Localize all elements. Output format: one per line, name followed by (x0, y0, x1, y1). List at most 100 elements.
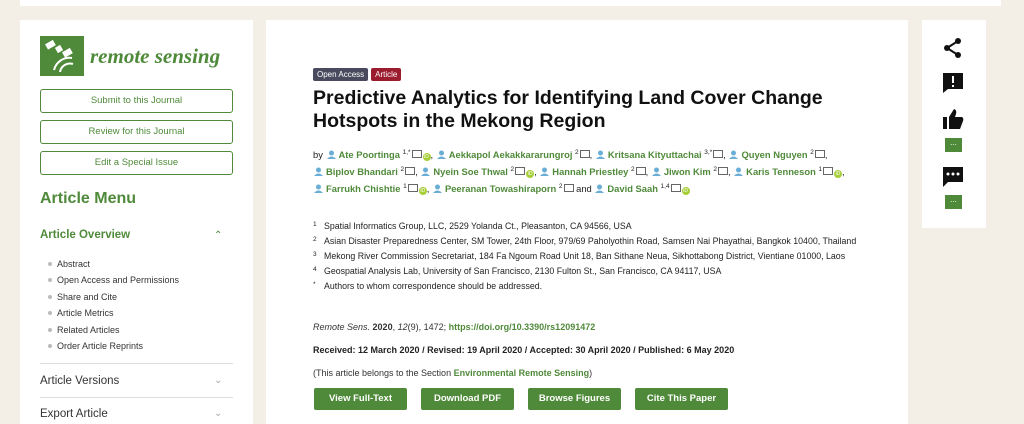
comment-icon[interactable] (942, 166, 964, 188)
edit-special-issue-button[interactable]: Edit a Special Issue (40, 151, 233, 175)
affiliation: 3 Mekong River Commission Secretariat, 18… (313, 250, 873, 263)
email-icon[interactable] (814, 150, 825, 159)
affiliation-number: 4 (313, 266, 317, 273)
share-icon[interactable] (942, 37, 964, 59)
overview-item-abstract[interactable]: Abstract (48, 256, 179, 272)
email-icon[interactable] (563, 183, 574, 192)
citation-issue-pages: (9), 1472; (407, 322, 447, 332)
submit-journal-button[interactable]: Submit to this Journal (40, 89, 233, 113)
thumbs-up-icon[interactable] (942, 108, 964, 130)
author-name: Biplov Bhandari (326, 166, 398, 178)
email-icon[interactable] (407, 183, 418, 192)
affiliation-text: Geospatial Analysis Lab, University of S… (324, 266, 722, 276)
chevron-down-icon[interactable]: ⌄ (214, 408, 222, 419)
overview-item-metrics[interactable]: Article Metrics (48, 305, 179, 321)
view-full-text-button[interactable]: View Full-Text (314, 388, 407, 410)
orcid-icon[interactable]: iD (418, 186, 427, 195)
comment-count-pill[interactable]: ... (945, 195, 962, 209)
browse-figures-button[interactable]: Browse Figures (528, 388, 621, 410)
author-link[interactable]: Hannah Priestley (539, 166, 628, 177)
email-icon[interactable] (411, 150, 422, 159)
author-affil-sup: 2 (400, 165, 405, 173)
author-affil-sup: 3,* (704, 149, 713, 156)
email-icon[interactable] (405, 167, 416, 176)
and-label: and (576, 182, 592, 194)
author-affil-sup: 1 (403, 182, 407, 190)
email-icon[interactable] (670, 183, 681, 192)
email-icon[interactable] (713, 150, 724, 159)
chevron-down-icon[interactable]: ⌄ (214, 375, 222, 386)
section-link[interactable]: Environmental Remote Sensing (454, 368, 590, 378)
author-link[interactable]: Aekkapol Aekakkararungroj (436, 149, 573, 161)
author-link[interactable]: David Saah (594, 183, 658, 194)
author-link[interactable]: Jiwon Kim (651, 166, 711, 177)
person-icon (595, 184, 605, 193)
affiliation-text: Mekong River Commission Secretariat, 184… (324, 251, 846, 261)
email-icon[interactable] (635, 167, 646, 176)
right-toolbar: ... ... (922, 20, 986, 228)
author-link[interactable]: Nyein Soe Thwal (420, 166, 508, 177)
author-affil-sup: 1,* (402, 149, 411, 156)
download-pdf-button[interactable]: Download PDF (421, 388, 514, 410)
article-overview-toggle[interactable]: Article Overview (40, 229, 130, 241)
orcid-icon[interactable]: iD (526, 170, 535, 179)
thumbs-up-count-pill[interactable]: ... (945, 138, 962, 152)
overview-item-open-access[interactable]: Open Access and Permissions (48, 272, 179, 288)
affiliation-number: 1 (313, 221, 317, 228)
author-name: Quyen Nguyen (741, 149, 808, 161)
affiliation-list: 1 Spatial Informatics Group, LLC, 2529 Yo… (313, 220, 873, 295)
top-bar (20, 0, 1001, 6)
email-icon[interactable] (717, 167, 728, 176)
chevron-up-icon[interactable]: ⌃ (214, 230, 222, 241)
person-icon (421, 167, 431, 177)
publication-dates: Received: 12 March 2020 / Revised: 19 Ap… (313, 345, 735, 355)
citation-line: Remote Sens. 2020, 12(9), 1472; https://… (313, 322, 596, 332)
author-link[interactable]: Kritsana Kityuttachai (595, 149, 702, 160)
person-icon (729, 150, 739, 160)
person-icon (540, 167, 550, 177)
affiliation-text: Authors to whom correspondence should be… (324, 281, 543, 291)
journal-logo[interactable]: remote sensing (40, 36, 220, 76)
author-affil-sup: 2 (575, 149, 579, 156)
email-icon[interactable] (823, 167, 834, 176)
email-icon[interactable] (515, 167, 526, 176)
person-icon (651, 167, 661, 177)
author-name: Aekkapol Aekakkararungroj (448, 149, 573, 161)
overview-item-reprints[interactable]: Order Article Reprints (48, 338, 179, 354)
report-icon[interactable] (942, 72, 964, 94)
article-overview-list: Abstract Open Access and Permissions Sha… (48, 256, 179, 354)
author-link[interactable]: Ate Poortinga (326, 149, 400, 160)
orcid-icon[interactable]: iD (834, 170, 843, 179)
author-name: Farrukh Chishtie (326, 182, 401, 194)
article-title: Predictive Analytics for Identifying Lan… (313, 87, 823, 132)
journal-abbrev: Remote Sens. (313, 322, 371, 332)
affiliation: * Authors to whom correspondence should b… (313, 280, 873, 293)
export-article-toggle[interactable]: Export Article (40, 408, 108, 420)
overview-item-share-cite[interactable]: Share and Cite (48, 289, 179, 305)
author-link[interactable]: Karis Tenneson (733, 166, 816, 177)
person-icon (734, 167, 744, 177)
author-affil-sup: 2 (630, 165, 635, 173)
author-link[interactable]: Peeranan Towashiraporn (432, 183, 556, 194)
author-affil-sup: 2 (713, 165, 717, 173)
overview-item-related[interactable]: Related Articles (48, 322, 179, 338)
author-affil-sup: 2 (558, 182, 563, 190)
affiliation-text: Asian Disaster Preparedness Center, SM T… (324, 236, 857, 246)
email-icon[interactable] (579, 150, 590, 159)
cite-paper-button[interactable]: Cite This Paper (635, 388, 728, 410)
orcid-icon[interactable]: iD (422, 153, 431, 162)
doi-link[interactable]: https://doi.org/10.3390/rs12091472 (449, 322, 596, 332)
satellite-icon (40, 36, 84, 76)
divider (40, 397, 233, 398)
author-link[interactable]: Quyen Nguyen (728, 149, 808, 161)
author-link[interactable]: Biplov Bhandari (313, 166, 398, 177)
person-icon (595, 150, 605, 160)
review-journal-button[interactable]: Review for this Journal (40, 120, 233, 144)
affiliation: 4 Geospatial Analysis Lab, University of … (313, 265, 873, 278)
author-name: Hannah Priestley (552, 166, 629, 178)
article-versions-toggle[interactable]: Article Versions (40, 375, 119, 387)
orcid-icon[interactable]: iD (681, 186, 690, 195)
open-access-badge[interactable]: Open Access (313, 68, 369, 81)
author-link[interactable]: Farrukh Chishtie (313, 183, 401, 194)
affiliation: 2 Asian Disaster Preparedness Center, SM … (313, 235, 873, 248)
